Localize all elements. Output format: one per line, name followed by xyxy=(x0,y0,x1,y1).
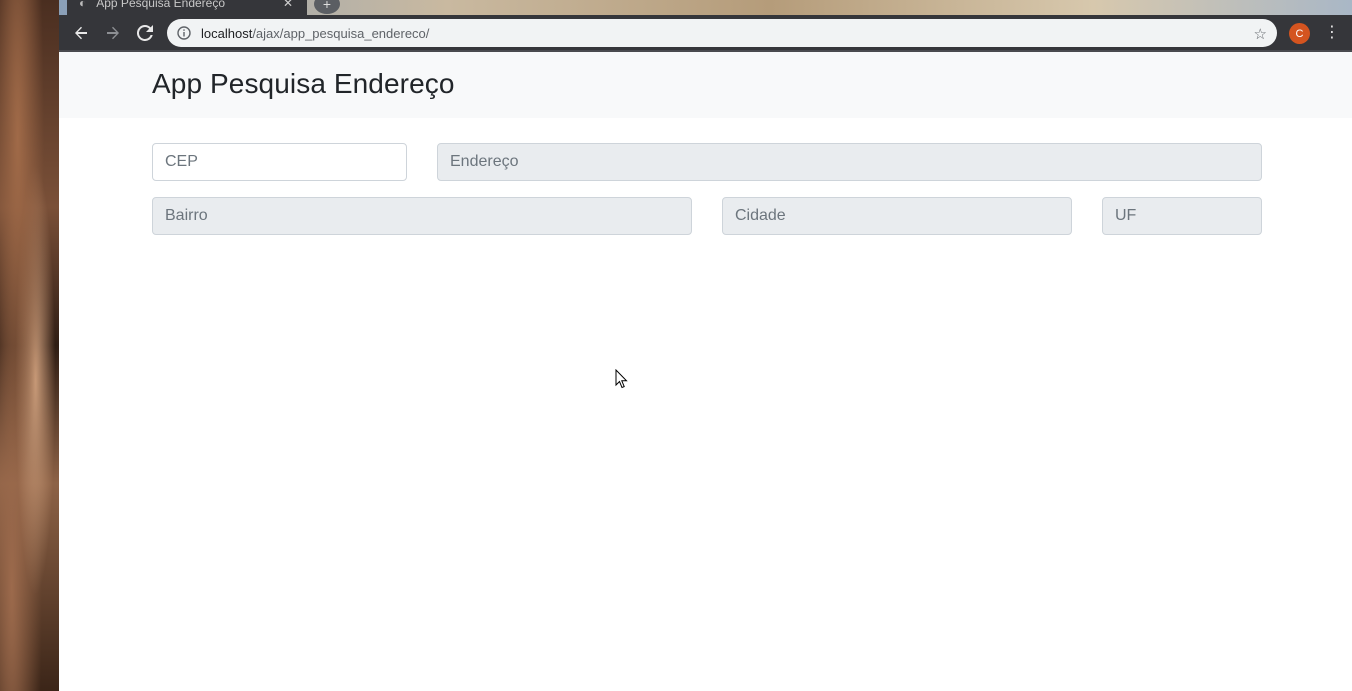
cidade-input[interactable] xyxy=(722,197,1072,235)
page-title: App Pesquisa Endereço xyxy=(152,68,455,99)
kebab-menu-icon[interactable]: ⋮ xyxy=(1324,23,1340,43)
address-bar[interactable]: localhost/ajax/app_pesquisa_endereco/ ☆ xyxy=(167,19,1277,47)
browser-tab[interactable]: ◐ App Pesquisa Endereço ✕ xyxy=(67,0,307,15)
page-content: App Pesquisa Endereço xyxy=(59,52,1352,691)
desktop-wallpaper xyxy=(0,0,59,691)
bairro-input[interactable] xyxy=(152,197,692,235)
back-button[interactable] xyxy=(69,21,93,45)
tab-favicon-icon: ◐ xyxy=(79,0,87,10)
tab-title: App Pesquisa Endereço xyxy=(96,0,226,10)
reload-button[interactable] xyxy=(133,21,157,45)
page-header: App Pesquisa Endereço xyxy=(59,52,1352,118)
browser-toolbar: localhost/ajax/app_pesquisa_endereco/ ☆ … xyxy=(59,15,1352,50)
cep-input[interactable] xyxy=(152,143,407,181)
mouse-cursor-icon xyxy=(615,369,628,389)
url-path: /ajax/app_pesquisa_endereco/ xyxy=(252,25,430,41)
arrow-left-icon xyxy=(75,26,87,40)
profile-avatar[interactable]: C xyxy=(1289,23,1310,44)
forward-button[interactable] xyxy=(101,21,125,45)
info-icon[interactable] xyxy=(177,26,191,40)
uf-input[interactable] xyxy=(1102,197,1262,235)
endereco-input[interactable] xyxy=(437,143,1262,181)
new-tab-button[interactable]: + xyxy=(314,0,340,14)
browser-window: ◐ App Pesquisa Endereço ✕ + localhost/aj… xyxy=(59,0,1352,691)
reload-icon xyxy=(137,25,153,41)
tab-strip: ◐ App Pesquisa Endereço ✕ + xyxy=(59,0,1352,15)
url-host: localhost xyxy=(201,25,253,41)
arrow-right-icon xyxy=(107,26,119,40)
url-text: localhost/ajax/app_pesquisa_endereco/ xyxy=(201,26,429,41)
star-icon[interactable]: ☆ xyxy=(1254,25,1267,43)
tab-close-icon[interactable]: ✕ xyxy=(283,0,293,10)
